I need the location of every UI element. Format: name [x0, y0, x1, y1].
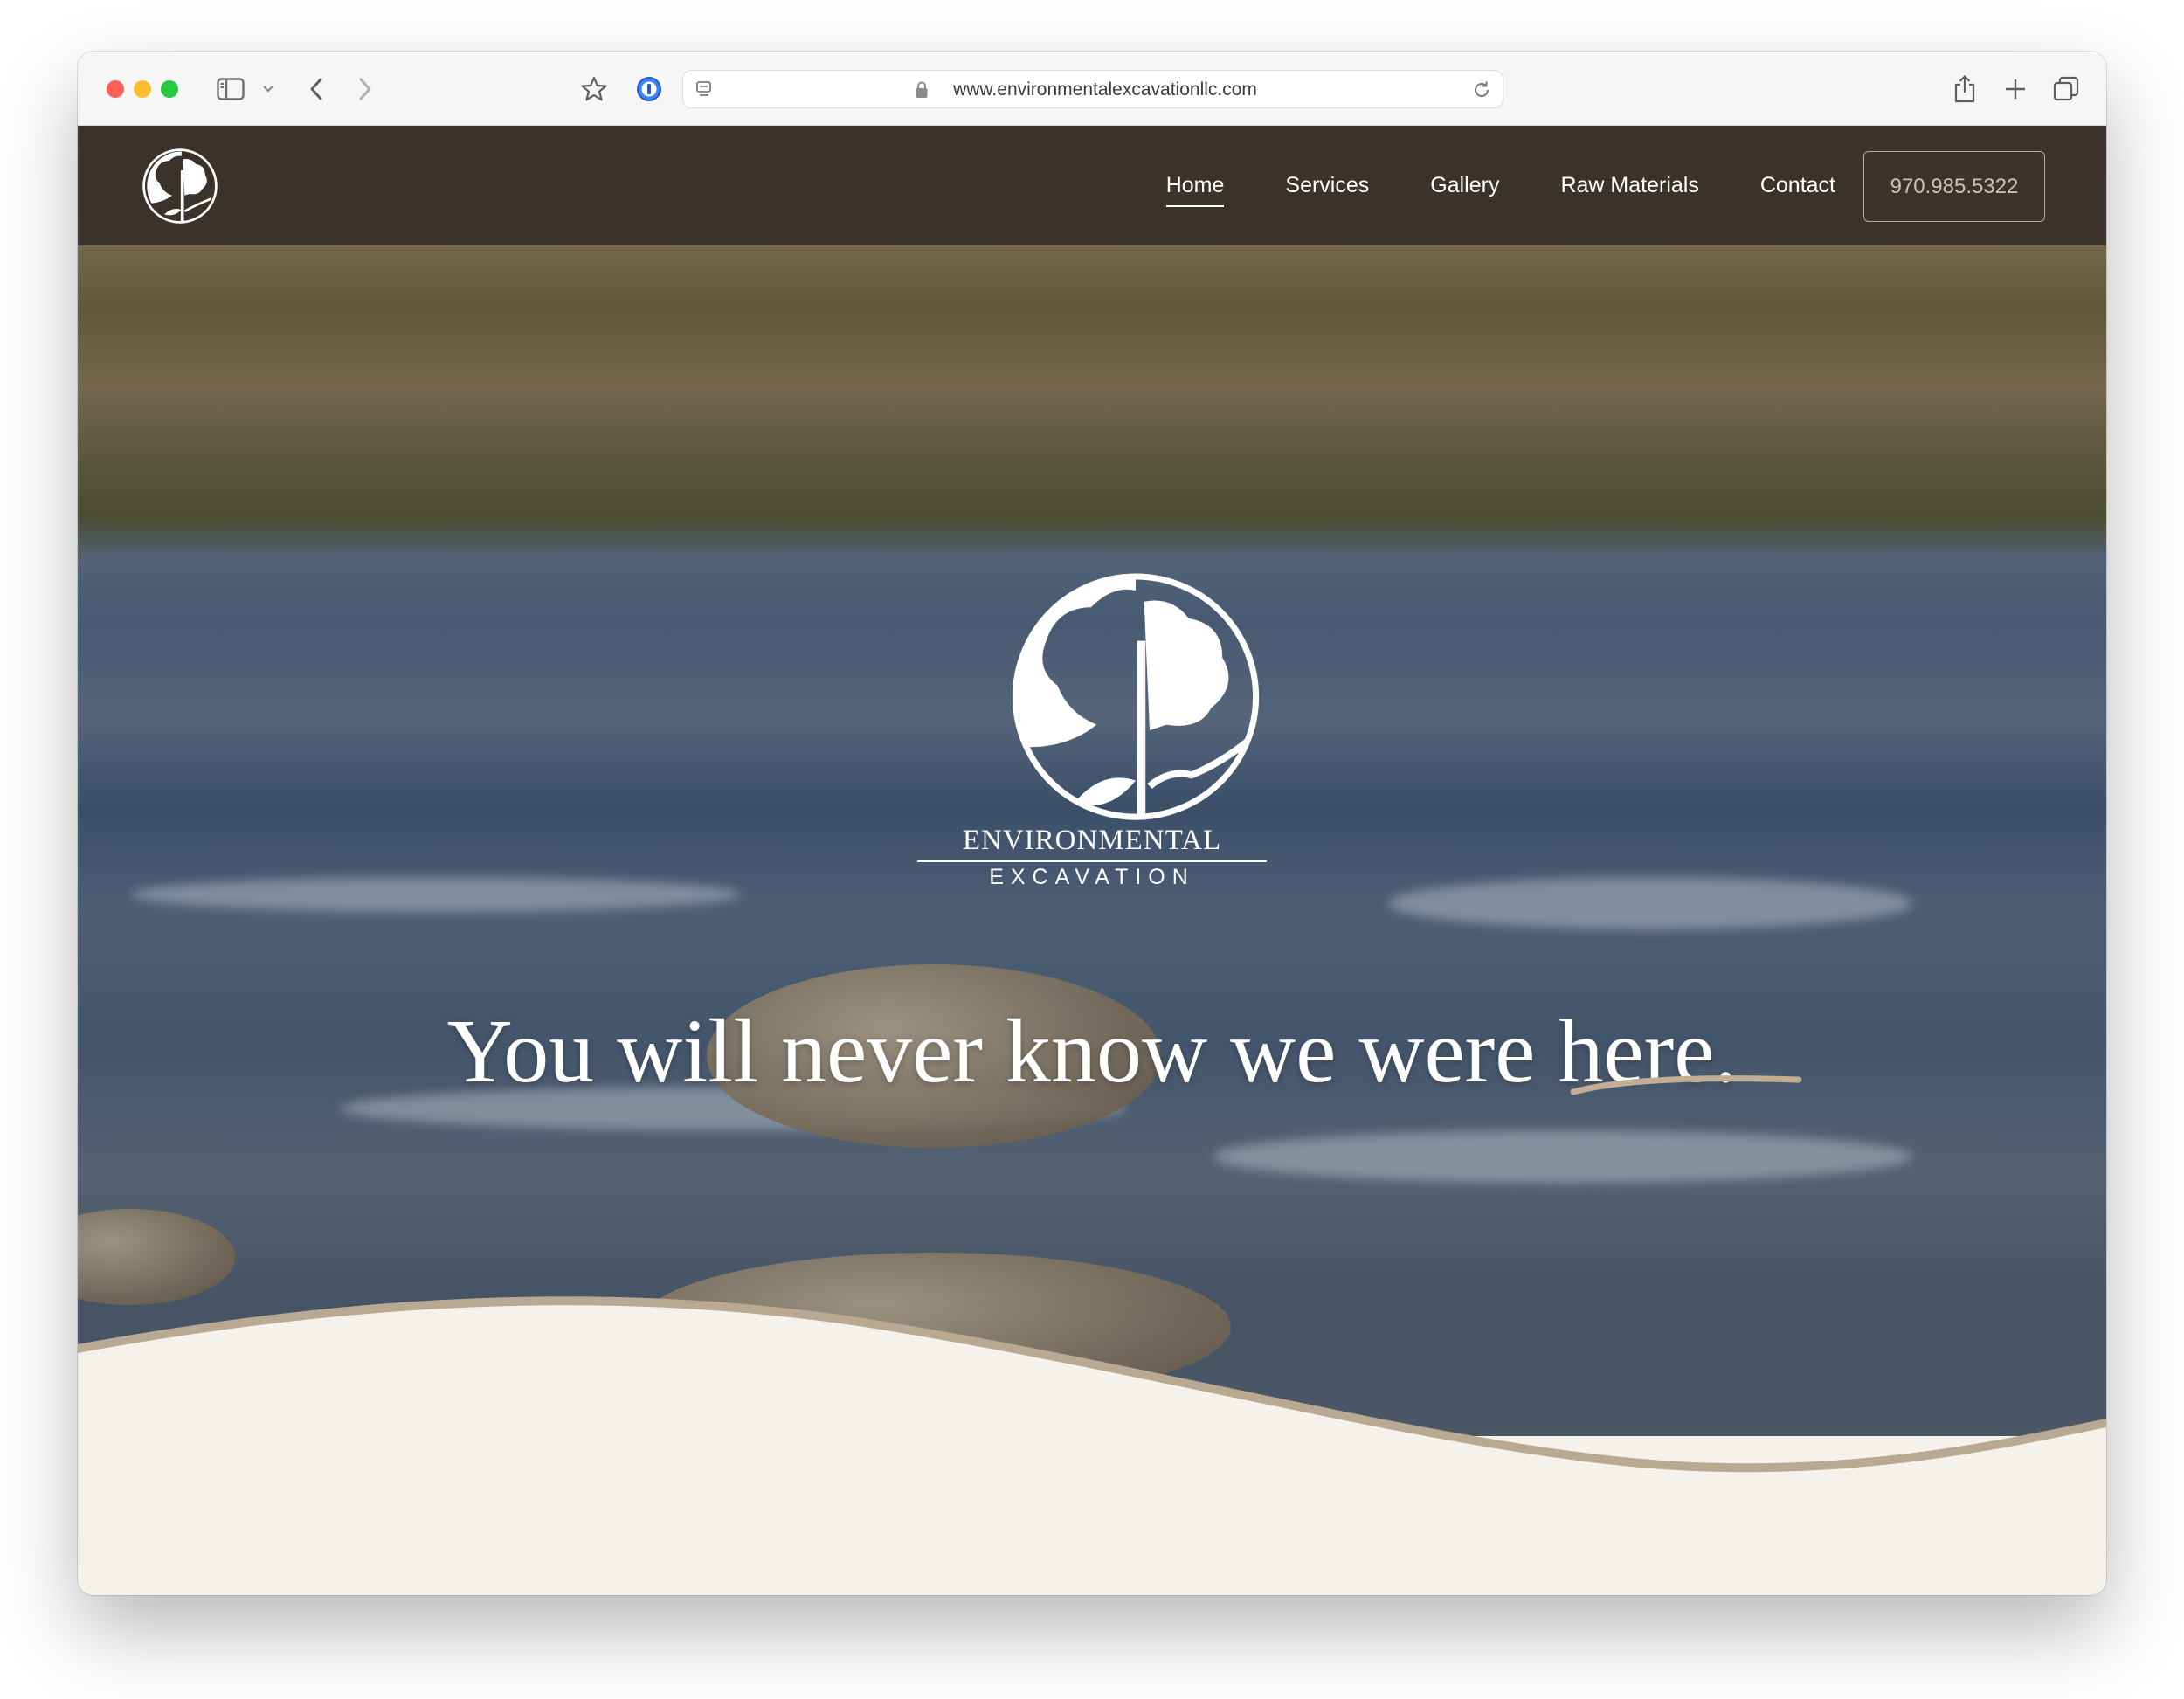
- water-foam: [1388, 877, 1912, 929]
- tree-logo-icon: [1012, 573, 1260, 820]
- phone-button[interactable]: 970.985.5322: [1863, 151, 2045, 222]
- nav-contact[interactable]: Contact: [1760, 173, 1835, 198]
- minimize-window-button[interactable]: [134, 80, 151, 98]
- site-header: Home Services Gallery Raw Materials Cont…: [78, 126, 2106, 245]
- brand-name: ENVIRONMENTAL: [917, 825, 1267, 862]
- new-tab-icon[interactable]: [2000, 71, 2031, 107]
- browser-toolbar: www.environmentalexcavationllc.com: [78, 52, 2106, 126]
- nav-gallery[interactable]: Gallery: [1430, 173, 1499, 198]
- address-bar[interactable]: www.environmentalexcavationllc.com: [682, 70, 1503, 108]
- main-navigation: Home Services Gallery Raw Materials Cont…: [1105, 126, 1835, 245]
- browser-window: www.environmentalexcavationllc.com Home …: [78, 52, 2106, 1595]
- reload-icon[interactable]: [1471, 79, 1492, 105]
- brand-subtitle: EXCAVATION: [989, 865, 1195, 889]
- tree-logo-icon: [142, 148, 218, 224]
- star-icon[interactable]: [578, 71, 610, 107]
- password-icon[interactable]: [633, 71, 665, 107]
- back-icon[interactable]: [303, 71, 329, 107]
- tabs-icon[interactable]: [2050, 71, 2082, 107]
- forward-icon[interactable]: [352, 71, 378, 107]
- nav-raw-materials[interactable]: Raw Materials: [1560, 173, 1698, 198]
- chevron-down-icon[interactable]: [259, 71, 277, 107]
- water-foam: [1213, 1130, 1912, 1183]
- nav-home[interactable]: Home: [1165, 173, 1224, 207]
- share-icon[interactable]: [1949, 71, 1980, 107]
- headline-underline: [1568, 1067, 1804, 1102]
- nav-services[interactable]: Services: [1285, 173, 1369, 198]
- sidebar-icon[interactable]: [213, 71, 248, 107]
- close-window-button[interactable]: [107, 80, 124, 98]
- hero-logo: [993, 563, 1278, 842]
- url-text[interactable]: www.environmentalexcavationllc.com: [683, 71, 1503, 109]
- water-foam: [130, 877, 742, 912]
- page-viewport: Home Services Gallery Raw Materials Cont…: [78, 126, 2106, 1595]
- zoom-window-button[interactable]: [161, 80, 178, 98]
- site-logo[interactable]: [141, 147, 219, 225]
- wave-divider: [78, 1296, 2106, 1595]
